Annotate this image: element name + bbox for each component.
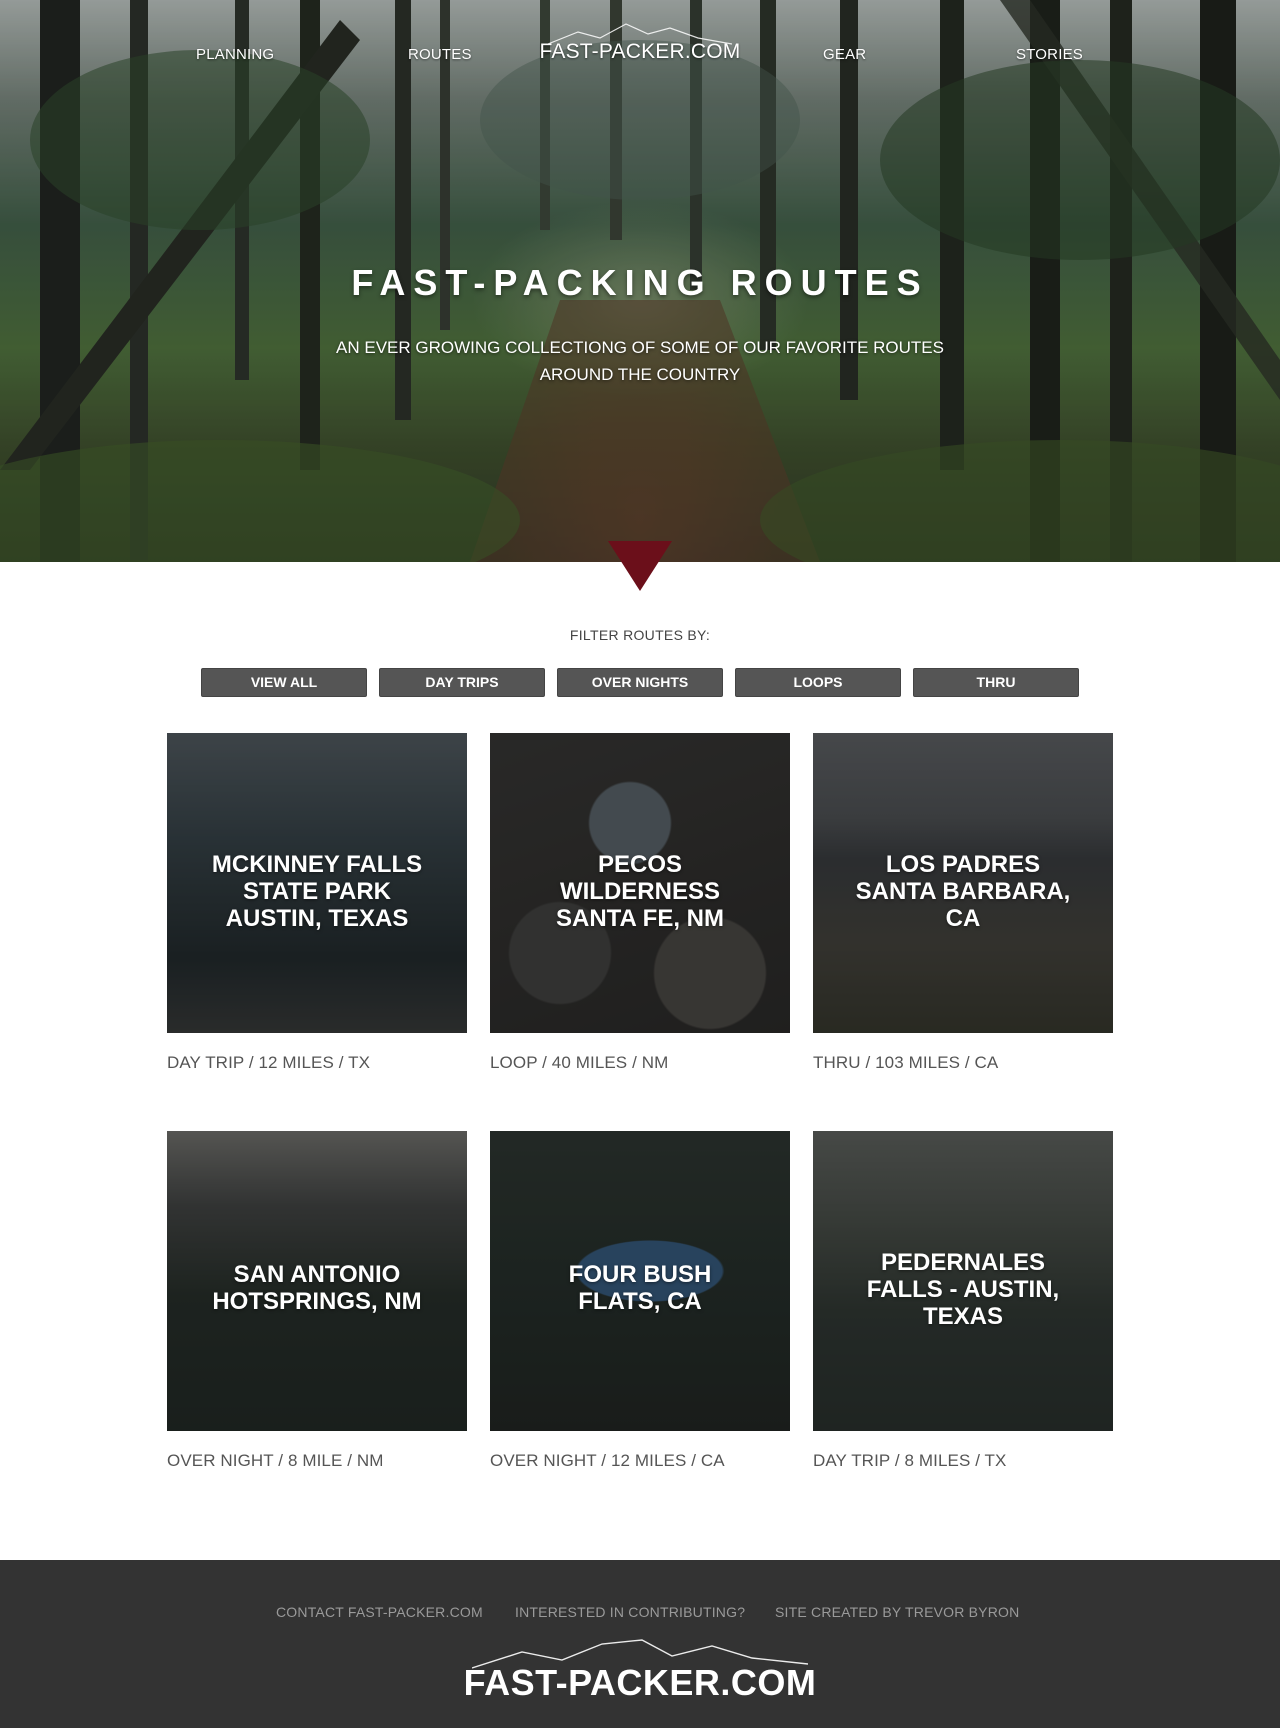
nav-routes[interactable]: ROUTES (408, 46, 472, 63)
route-card-title-line: SANTA BARBARA, (855, 878, 1071, 905)
hero-subtitle-line1: AN EVER GROWING COLLECTIONG OF SOME OF O… (336, 338, 944, 357)
route-card-image[interactable]: MCKINNEY FALLS STATE PARK AUSTIN, TEXAS (167, 733, 467, 1033)
route-card: MCKINNEY FALLS STATE PARK AUSTIN, TEXAS … (167, 733, 467, 1073)
route-card-title: PECOS WILDERNESS SANTA FE, NM (510, 851, 770, 932)
route-card-title-line: FLATS, CA (578, 1288, 702, 1315)
route-card-title-line: MCKINNEY FALLS (211, 851, 423, 878)
scroll-down-arrow-icon[interactable] (608, 541, 672, 591)
route-card-title: PEDERNALES FALLS - AUSTIN, TEXAS (833, 1249, 1093, 1330)
footer-logo-text: FAST-PACKER.COM (463, 1662, 817, 1703)
site-logo[interactable]: FAST-PACKER.COM (520, 22, 760, 68)
nav-stories[interactable]: STORIES (1016, 46, 1083, 63)
route-card-meta: LOOP / 40 MILES / NM (490, 1053, 669, 1072)
footer-contact-link[interactable]: CONTACT FAST-PACKER.COM (276, 1604, 483, 1620)
site-footer: CONTACT FAST-PACKER.COM INTERESTED IN CO… (0, 1560, 1280, 1728)
route-card-title-line: HOTSPRINGS, NM (212, 1288, 422, 1315)
route-card: SAN ANTONIO HOTSPRINGS, NM OVER NIGHT / … (167, 1131, 467, 1471)
hero-title: FAST-PACKING ROUTES (351, 262, 929, 303)
hero-subtitle: AN EVER GROWING COLLECTIONG OF SOME OF O… (320, 334, 960, 388)
route-card-title: MCKINNEY FALLS STATE PARK AUSTIN, TEXAS (187, 851, 447, 932)
route-card-meta: THRU / 103 MILES / CA (813, 1053, 999, 1072)
route-card-title-line: CA (945, 905, 981, 932)
route-card-meta: OVER NIGHT / 8 MILE / NM (167, 1451, 384, 1470)
route-card-image[interactable]: FOUR BUSH FLATS, CA (490, 1131, 790, 1431)
footer-contribute-link[interactable]: INTERESTED IN CONTRIBUTING? (515, 1604, 745, 1620)
route-card-image[interactable]: SAN ANTONIO HOTSPRINGS, NM (167, 1131, 467, 1431)
filter-label: FILTER ROUTES BY: (569, 627, 711, 643)
route-card-title: SAN ANTONIO HOTSPRINGS, NM (187, 1261, 447, 1315)
route-card-title-line: PECOS (597, 851, 683, 878)
route-card-title-line: FALLS - AUSTIN, (866, 1276, 1060, 1303)
route-card-title: LOS PADRES SANTA BARBARA, CA (833, 851, 1093, 932)
route-card-title-line: TEXAS (922, 1303, 1003, 1330)
route-card-meta: OVER NIGHT / 12 MILES / CA (490, 1451, 725, 1470)
route-card-meta: DAY TRIP / 12 MILES / TX (167, 1053, 371, 1072)
hero-banner: PLANNING ROUTES FAST-PACKER.COM GEAR STO… (0, 0, 1280, 562)
filter-loops-button[interactable]: LOOPS (735, 668, 901, 697)
route-card-title-line: FOUR BUSH (568, 1261, 712, 1288)
route-card: FOUR BUSH FLATS, CA OVER NIGHT / 12 MILE… (490, 1131, 790, 1471)
route-card-title-line: SANTA FE, NM (556, 905, 724, 932)
route-card-title-line: STATE PARK (243, 878, 391, 905)
route-card-image[interactable]: PEDERNALES FALLS - AUSTIN, TEXAS (813, 1131, 1113, 1431)
route-card-title-line: AUSTIN, TEXAS (225, 905, 409, 932)
hero-subtitle-line2: AROUND THE COUNTRY (539, 365, 741, 384)
nav-gear[interactable]: GEAR (823, 46, 866, 63)
footer-credit-link[interactable]: SITE CREATED BY TREVOR BYRON (775, 1604, 1019, 1620)
nav-planning[interactable]: PLANNING (196, 46, 274, 63)
route-card-title-line: LOS PADRES (885, 851, 1041, 878)
route-card: LOS PADRES SANTA BARBARA, CA THRU / 103 … (813, 733, 1113, 1073)
route-card-title-line: PEDERNALES (880, 1249, 1046, 1276)
filter-bar: VIEW ALL DAY TRIPS OVER NIGHTS LOOPS THR… (201, 668, 1079, 697)
route-card-meta: DAY TRIP / 8 MILES / TX (813, 1451, 1007, 1470)
footer-logo[interactable]: FAST-PACKER.COM (462, 1632, 818, 1716)
route-card-title-line: SAN ANTONIO (233, 1261, 401, 1288)
route-card-image[interactable]: LOS PADRES SANTA BARBARA, CA (813, 733, 1113, 1033)
filter-day-trips-button[interactable]: DAY TRIPS (379, 668, 545, 697)
filter-view-all-button[interactable]: VIEW ALL (201, 668, 367, 697)
route-card-title-line: WILDERNESS (559, 878, 720, 905)
filter-over-nights-button[interactable]: OVER NIGHTS (557, 668, 723, 697)
route-card-title: FOUR BUSH FLATS, CA (510, 1261, 770, 1315)
route-card: PECOS WILDERNESS SANTA FE, NM LOOP / 40 … (490, 733, 790, 1073)
route-card: PEDERNALES FALLS - AUSTIN, TEXAS DAY TRI… (813, 1131, 1113, 1471)
site-logo-text: FAST-PACKER.COM (539, 40, 741, 63)
filter-thru-button[interactable]: THRU (913, 668, 1079, 697)
route-card-image[interactable]: PECOS WILDERNESS SANTA FE, NM (490, 733, 790, 1033)
